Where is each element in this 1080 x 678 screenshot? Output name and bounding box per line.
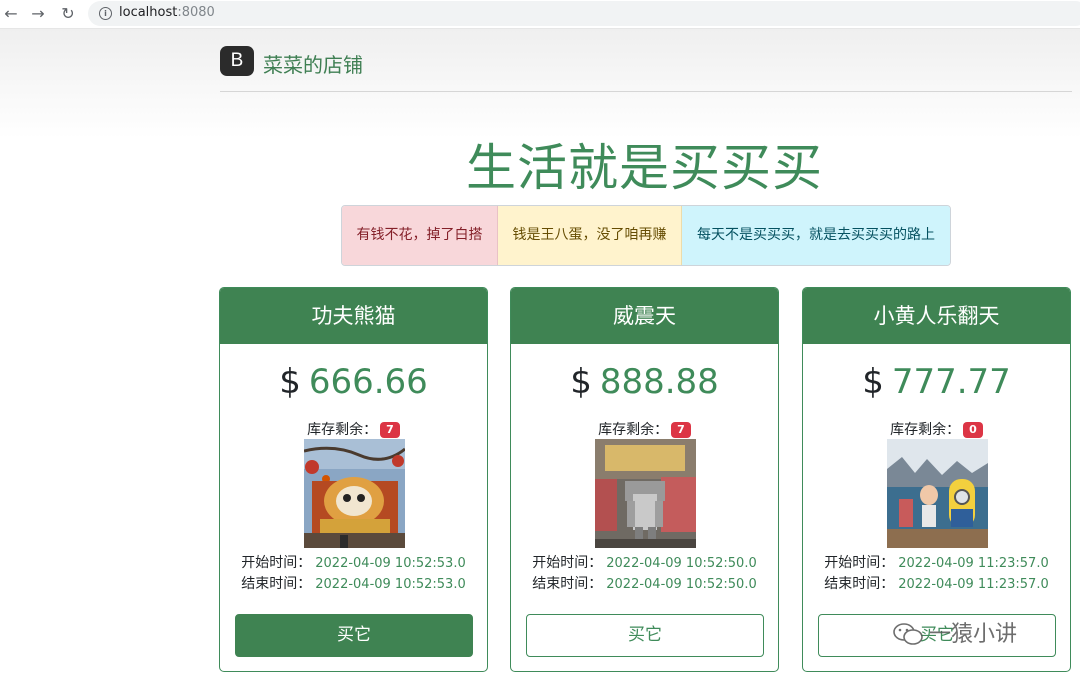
product-name: 小黄人乐翻天 bbox=[803, 288, 1070, 344]
currency-symbol: $ bbox=[570, 362, 592, 402]
alert-text: 每天不是买买买，就是去买买买的路上 bbox=[697, 227, 935, 243]
end-time-row: 结束时间： 2022-04-09 11:23:57.0 bbox=[803, 573, 1070, 593]
start-time-row: 开始时间： 2022-04-09 10:52:53.0 bbox=[220, 552, 487, 572]
buy-button[interactable]: 买它 bbox=[526, 614, 764, 657]
end-time-label: 结束时间： bbox=[532, 576, 603, 592]
site-header: B 菜菜的店铺 bbox=[220, 45, 1072, 92]
product-card-kungfu-panda: 功夫熊猫 $666.66 库存剩余： 7 开始时间： 2022-04-09 10:5… bbox=[219, 287, 488, 672]
product-card-megatron: 威震天 $888.88 库存剩余： 7 开始时间： 2022-04-09 10:52… bbox=[510, 287, 779, 672]
slogan-alerts: 有钱不花，掉了白搭 钱是王八蛋，没了咱再赚 每天不是买买买，就是去买买买的路上 bbox=[341, 205, 951, 266]
product-photo bbox=[304, 439, 405, 548]
info-icon[interactable]: i bbox=[99, 7, 112, 20]
watermark: 一猿小讲 bbox=[893, 616, 1017, 648]
product-price: $666.66 bbox=[220, 362, 487, 402]
back-arrow-icon[interactable]: ← bbox=[0, 3, 22, 25]
price-value: 777.77 bbox=[891, 362, 1011, 402]
product-name: 功夫熊猫 bbox=[220, 288, 487, 344]
stock-label: 库存剩余： bbox=[890, 422, 961, 438]
alert-text: 钱是王八蛋，没了咱再赚 bbox=[512, 227, 667, 243]
alert-danger: 有钱不花，掉了白搭 bbox=[342, 206, 498, 265]
end-time-value: 2022-04-09 10:52:50.0 bbox=[606, 577, 757, 592]
browser-toolbar: ← → ↻ i localhost:8080 bbox=[0, 0, 1080, 29]
start-time-value: 2022-04-09 10:52:50.0 bbox=[606, 556, 757, 571]
end-time-row: 结束时间： 2022-04-09 10:52:50.0 bbox=[511, 573, 778, 593]
end-time-label: 结束时间： bbox=[824, 576, 895, 592]
end-time-row: 结束时间： 2022-04-09 10:52:53.0 bbox=[220, 573, 487, 593]
price-value: 666.66 bbox=[308, 362, 428, 402]
watermark-text: 一猿小讲 bbox=[929, 622, 1018, 647]
product-price: $777.77 bbox=[803, 362, 1070, 402]
forward-arrow-icon[interactable]: → bbox=[27, 3, 49, 25]
brand-logo-icon[interactable]: B bbox=[220, 46, 254, 76]
product-photo bbox=[887, 439, 988, 548]
start-time-value: 2022-04-09 11:23:57.0 bbox=[898, 556, 1049, 571]
reload-icon[interactable]: ↻ bbox=[57, 3, 79, 25]
start-time-value: 2022-04-09 10:52:53.0 bbox=[315, 556, 466, 571]
hero-title: 生活就是买买买 bbox=[466, 139, 823, 197]
brand-name[interactable]: 菜菜的店铺 bbox=[263, 49, 363, 78]
url-text[interactable]: localhost:8080 bbox=[119, 5, 215, 20]
stock-badge: 0 bbox=[963, 422, 983, 438]
end-time-value: 2022-04-09 11:23:57.0 bbox=[898, 577, 1049, 592]
stock-label: 库存剩余： bbox=[307, 422, 378, 438]
url-port: :8080 bbox=[177, 5, 215, 20]
start-time-label: 开始时间： bbox=[532, 555, 603, 571]
end-time-label: 结束时间： bbox=[241, 576, 312, 592]
price-value: 888.88 bbox=[599, 362, 719, 402]
end-time-value: 2022-04-09 10:52:53.0 bbox=[315, 577, 466, 592]
start-time-row: 开始时间： 2022-04-09 10:52:50.0 bbox=[511, 552, 778, 572]
start-time-label: 开始时间： bbox=[824, 555, 895, 571]
alert-warning: 钱是王八蛋，没了咱再赚 bbox=[498, 206, 682, 265]
url-host: localhost bbox=[119, 5, 178, 20]
alert-info: 每天不是买买买，就是去买买买的路上 bbox=[682, 206, 950, 265]
currency-symbol: $ bbox=[279, 362, 301, 402]
buy-button[interactable]: 买它 bbox=[235, 614, 473, 657]
product-photo bbox=[595, 439, 696, 548]
stock-row: 库存剩余： 0 bbox=[803, 419, 1070, 439]
stock-badge: 7 bbox=[671, 422, 691, 438]
product-name: 威震天 bbox=[511, 288, 778, 344]
start-time-label: 开始时间： bbox=[241, 555, 312, 571]
currency-symbol: $ bbox=[862, 362, 884, 402]
start-time-row: 开始时间： 2022-04-09 11:23:57.0 bbox=[803, 552, 1070, 572]
address-bar[interactable]: i localhost:8080 bbox=[88, 1, 1080, 26]
alert-text: 有钱不花，掉了白搭 bbox=[356, 227, 483, 243]
wechat-icon bbox=[893, 623, 923, 645]
product-card-minions: 小黄人乐翻天 $777.77 库存剩余： 0 开始时间： 2022-04-09 11… bbox=[802, 287, 1071, 672]
stock-label: 库存剩余： bbox=[598, 422, 669, 438]
product-price: $888.88 bbox=[511, 362, 778, 402]
stock-badge: 7 bbox=[380, 422, 400, 438]
stock-row: 库存剩余： 7 bbox=[511, 419, 778, 439]
stock-row: 库存剩余： 7 bbox=[220, 419, 487, 439]
